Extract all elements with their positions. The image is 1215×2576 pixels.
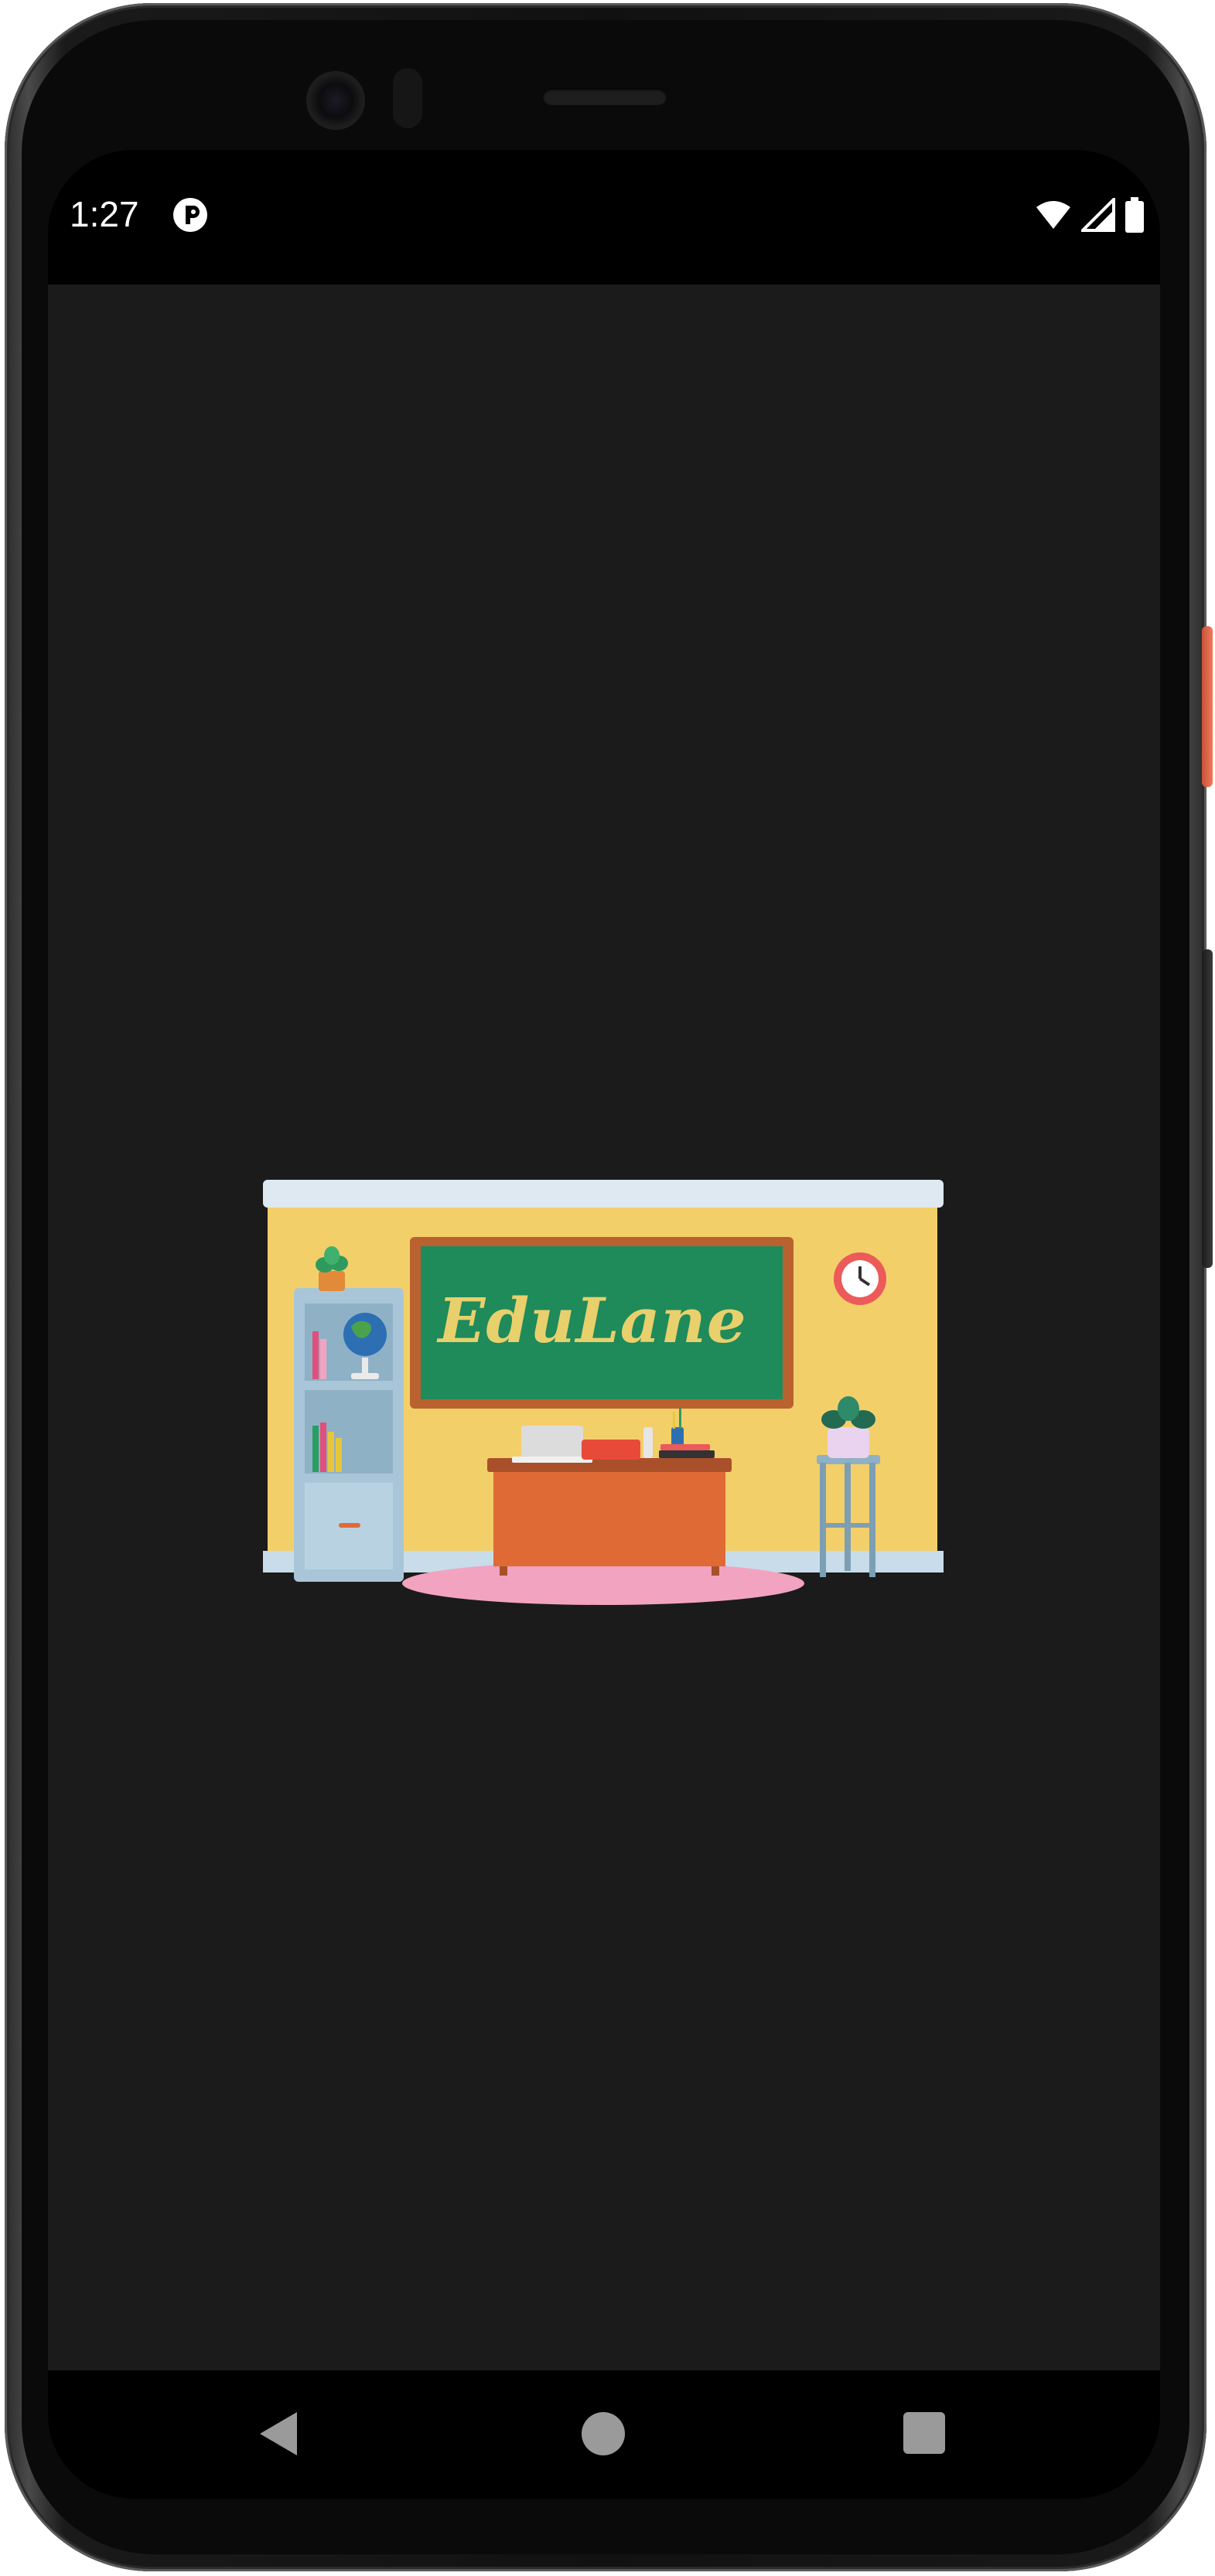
wifi-icon bbox=[1036, 201, 1070, 229]
laptop bbox=[521, 1426, 583, 1460]
front-camera bbox=[306, 71, 365, 130]
desk-chair bbox=[582, 1440, 640, 1460]
bookshelf bbox=[294, 1288, 404, 1582]
rug bbox=[402, 1562, 804, 1605]
earpiece-speaker bbox=[543, 88, 667, 105]
back-triangle-icon[interactable] bbox=[255, 2409, 302, 2458]
splash-illustration bbox=[263, 1180, 944, 1605]
cell-signal-icon bbox=[1081, 198, 1115, 232]
battery-icon bbox=[1125, 197, 1144, 233]
navigation-bar bbox=[48, 2370, 1160, 2499]
home-circle-icon[interactable] bbox=[582, 2412, 625, 2455]
wall-top-trim bbox=[263, 1180, 944, 1208]
recents-square-icon[interactable] bbox=[903, 2412, 945, 2454]
status-time: 1:27 bbox=[70, 194, 139, 234]
status-indicators bbox=[1035, 196, 1145, 233]
chalkboard bbox=[421, 1246, 783, 1399]
wall-clock-icon bbox=[834, 1252, 886, 1305]
app-content: EduLane bbox=[48, 285, 1160, 2370]
device-mockup: 1:27 EduLane bbox=[0, 0, 1215, 2576]
status-bar: 1:27 bbox=[48, 150, 1160, 285]
power-button bbox=[1202, 626, 1213, 787]
app-notification-icon bbox=[173, 198, 207, 232]
volume-button bbox=[1202, 949, 1213, 1268]
screen: 1:27 EduLane bbox=[48, 150, 1160, 2499]
proximity-sensor bbox=[393, 68, 422, 128]
